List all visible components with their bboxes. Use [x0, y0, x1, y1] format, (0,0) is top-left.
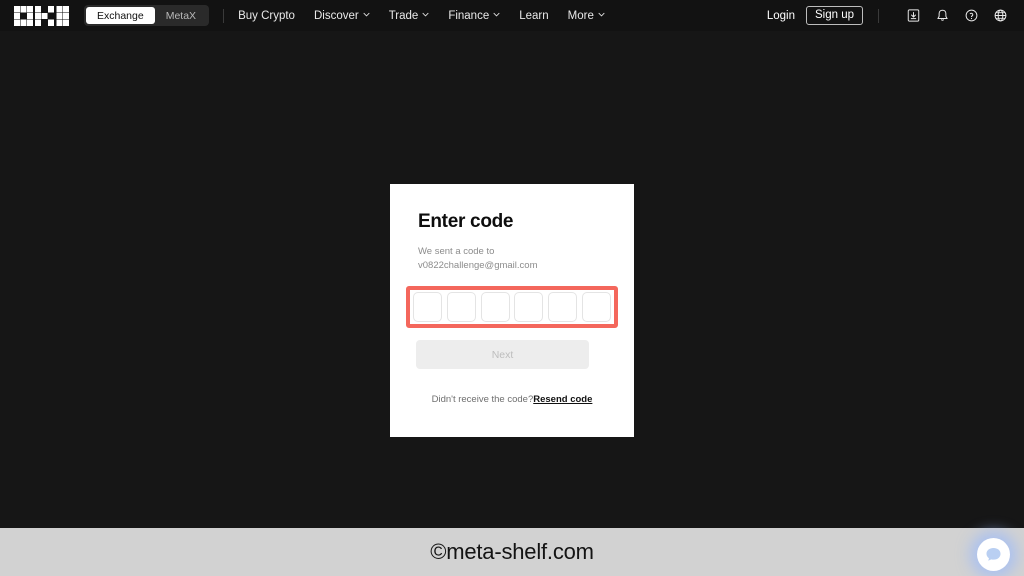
- subtitle-line-1: We sent a code to: [418, 245, 495, 257]
- modal-subtitle: We sent a code to v0822challenge@gmail.c…: [418, 245, 606, 273]
- resend-code-link[interactable]: Resend code: [533, 394, 592, 405]
- segment-metax[interactable]: MetaX: [155, 7, 207, 24]
- nav-item-label: Finance: [448, 9, 490, 22]
- code-digit-input-5[interactable]: [548, 292, 578, 322]
- chevron-down-icon: [422, 11, 429, 18]
- next-button[interactable]: Next: [416, 340, 589, 369]
- code-digit-input-2[interactable]: [446, 292, 476, 322]
- signup-button[interactable]: Sign up: [805, 5, 863, 26]
- nav-item-label: Buy Crypto: [238, 9, 295, 22]
- chat-bubble-icon[interactable]: [977, 538, 1010, 571]
- download-icon[interactable]: [903, 6, 923, 26]
- code-digit-input-4[interactable]: [514, 292, 544, 322]
- segment-exchange[interactable]: Exchange: [86, 7, 155, 24]
- header-actions: Login Sign up: [767, 5, 1024, 26]
- nav-item-label: Discover: [313, 9, 359, 22]
- nav-item-trade[interactable]: Trade: [389, 10, 430, 22]
- enter-code-modal: Enter code We sent a code to v0822challe…: [390, 184, 634, 437]
- modal-header: Enter code We sent a code to v0822challe…: [390, 184, 634, 272]
- product-switcher[interactable]: Exchange MetaX: [84, 5, 210, 26]
- okx-logo[interactable]: [14, 5, 71, 26]
- code-digit-input-1[interactable]: [413, 292, 442, 322]
- login-link[interactable]: Login: [767, 10, 795, 22]
- page-root: Exchange MetaX Buy Crypto Discover Trade: [0, 0, 1024, 576]
- nav-item-label: More: [567, 9, 594, 22]
- globe-icon[interactable]: [990, 6, 1010, 26]
- subtitle-line-2: v0822challenge@gmail.com: [418, 259, 538, 271]
- nav-item-discover[interactable]: Discover: [314, 10, 370, 22]
- code-digit-input-3[interactable]: [480, 292, 510, 322]
- nav-item-more[interactable]: More: [568, 10, 605, 22]
- bell-icon[interactable]: [932, 6, 952, 26]
- header-divider: [878, 8, 879, 23]
- top-navigation-bar: Exchange MetaX Buy Crypto Discover Trade: [0, 0, 1024, 31]
- resend-prompt-label: Didn't receive the code?: [431, 394, 534, 405]
- help-circle-icon[interactable]: [961, 6, 981, 26]
- nav-item-learn[interactable]: Learn: [519, 10, 548, 22]
- nav-item-finance[interactable]: Finance: [448, 10, 500, 22]
- main-nav: Buy Crypto Discover Trade Finance Learn …: [238, 10, 605, 22]
- nav-divider: [223, 8, 225, 23]
- page-footer: ©meta-shelf.com: [0, 528, 1024, 576]
- footer-copyright: ©meta-shelf.com: [430, 539, 594, 564]
- code-digit-input-6[interactable]: [581, 292, 611, 322]
- chevron-down-icon: [363, 11, 370, 18]
- chevron-down-icon: [598, 11, 605, 18]
- chevron-down-icon: [493, 11, 500, 18]
- resend-row: Didn't receive the code?Resend code: [390, 394, 634, 405]
- verification-code-input-group[interactable]: [406, 286, 618, 328]
- nav-item-label: Learn: [519, 9, 549, 22]
- page-title: Enter code: [418, 211, 514, 232]
- nav-item-label: Trade: [388, 9, 419, 22]
- nav-item-buy-crypto[interactable]: Buy Crypto: [238, 10, 295, 22]
